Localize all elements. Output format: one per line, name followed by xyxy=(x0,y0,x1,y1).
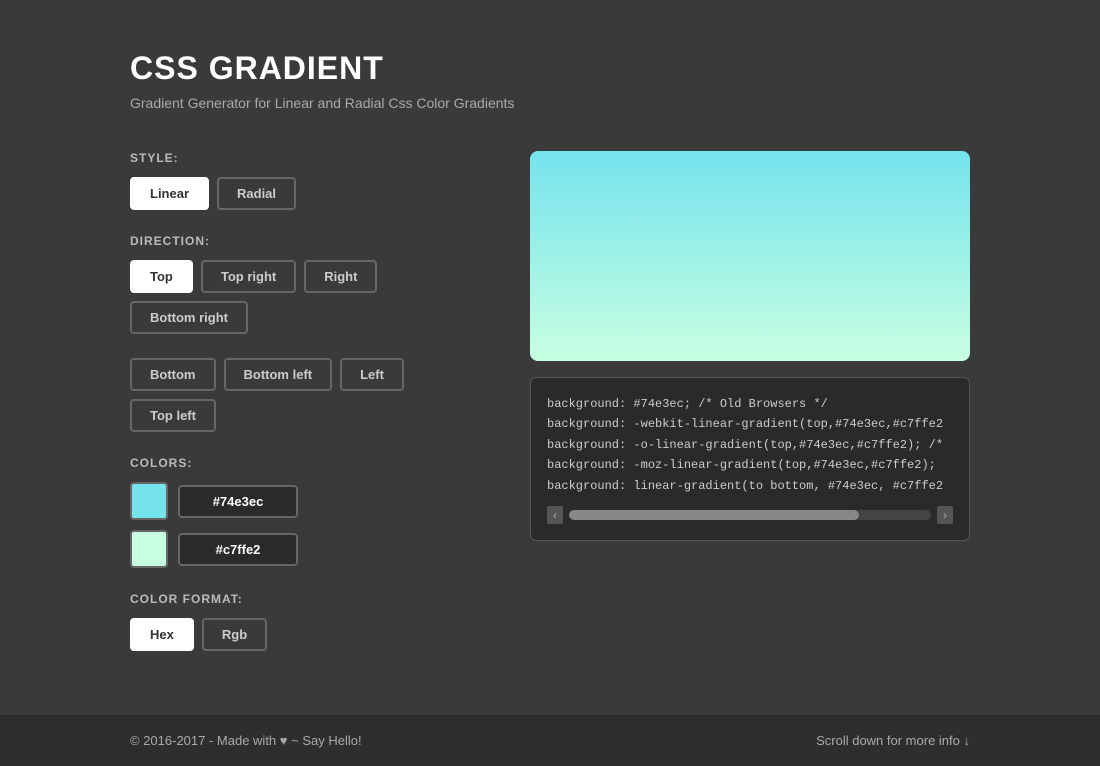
style-radial-button[interactable]: Radial xyxy=(217,177,296,210)
scrollbar-right-arrow[interactable]: › xyxy=(937,506,953,524)
preview-area: background: #74e3ec; /* Old Browsers */ … xyxy=(530,151,970,541)
footer: © 2016-2017 - Made with ♥ ~ Say Hello! S… xyxy=(0,715,1100,766)
color1-swatch[interactable] xyxy=(130,482,168,520)
dir-bottom-button[interactable]: Bottom xyxy=(130,358,216,391)
colors-label: COLORS: xyxy=(130,456,490,470)
gradient-preview xyxy=(530,151,970,361)
dir-top-button[interactable]: Top xyxy=(130,260,193,293)
style-linear-button[interactable]: Linear xyxy=(130,177,209,210)
controls-panel: STYLE: Linear Radial DIRECTION: Top Top … xyxy=(130,151,490,675)
scrollbar-thumb xyxy=(569,510,859,520)
page-subtitle: Gradient Generator for Linear and Radial… xyxy=(130,95,970,111)
footer-copyright: © 2016-2017 - Made with ♥ ~ xyxy=(130,733,299,748)
dir-top-left-button[interactable]: Top left xyxy=(130,399,216,432)
format-label: COLOR FORMAT: xyxy=(130,592,490,606)
footer-link[interactable]: Say Hello! xyxy=(302,733,361,748)
color2-input[interactable] xyxy=(178,533,298,566)
dir-bottom-right-button[interactable]: Bottom right xyxy=(130,301,248,334)
colors-section: COLORS: xyxy=(130,456,490,568)
page-title: CSS GRADIENT xyxy=(130,50,970,87)
color-row-2 xyxy=(130,530,490,568)
color2-swatch[interactable] xyxy=(130,530,168,568)
direction-row2: Bottom Bottom left Left Top left xyxy=(130,358,490,432)
scrollbar-left-arrow[interactable]: ‹ xyxy=(547,506,563,524)
format-rgb-button[interactable]: Rgb xyxy=(202,618,267,651)
color1-input[interactable] xyxy=(178,485,298,518)
main-content: CSS GRADIENT Gradient Generator for Line… xyxy=(0,0,1100,715)
dir-bottom-left-button[interactable]: Bottom left xyxy=(224,358,333,391)
dir-right-button[interactable]: Right xyxy=(304,260,377,293)
direction-row1: Top Top right Right Bottom right xyxy=(130,260,490,334)
content-area: STYLE: Linear Radial DIRECTION: Top Top … xyxy=(130,151,970,675)
format-button-group: Hex Rgb xyxy=(130,618,490,651)
direction-label: DIRECTION: xyxy=(130,234,490,248)
dir-left-button[interactable]: Left xyxy=(340,358,404,391)
footer-scroll[interactable]: Scroll down for more info ↓ xyxy=(816,733,970,748)
scrollbar-track[interactable] xyxy=(569,510,931,520)
code-box: background: #74e3ec; /* Old Browsers */ … xyxy=(530,377,970,541)
style-label: STYLE: xyxy=(130,151,490,165)
format-hex-button[interactable]: Hex xyxy=(130,618,194,651)
code-content: background: #74e3ec; /* Old Browsers */ … xyxy=(547,394,953,496)
style-button-group: Linear Radial xyxy=(130,177,490,210)
footer-left: © 2016-2017 - Made with ♥ ~ Say Hello! xyxy=(130,733,362,748)
dir-top-right-button[interactable]: Top right xyxy=(201,260,296,293)
color-row-1 xyxy=(130,482,490,520)
code-scrollbar: ‹ › xyxy=(547,506,953,524)
